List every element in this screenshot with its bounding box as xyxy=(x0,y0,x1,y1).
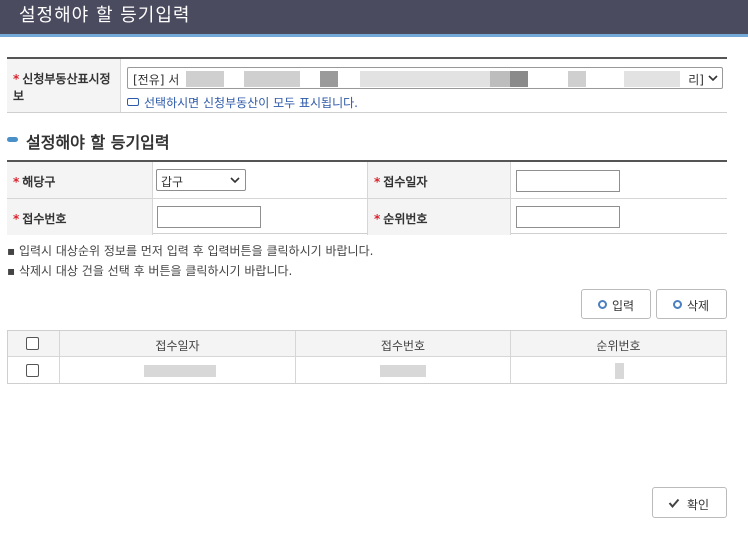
required-mark: * xyxy=(374,175,381,189)
title-accent-line xyxy=(0,34,748,37)
note-text: 입력시 대상순위 정보를 먼저 입력 후 입력버튼을 클릭하시기 바랍니다. xyxy=(18,244,374,258)
property-label-text: 신청부동산표시정보 xyxy=(13,72,111,103)
redacted-text xyxy=(568,71,586,87)
circle-icon xyxy=(673,300,682,309)
column-header-rank-no: 순위번호 xyxy=(596,339,641,353)
redacted-text xyxy=(320,71,338,87)
check-icon xyxy=(668,498,680,509)
redacted-rank-no xyxy=(615,363,624,379)
arrow-hint-icon xyxy=(127,98,139,106)
redacted-receipt-date xyxy=(144,365,216,377)
property-label: * 신청부동산표시정보 xyxy=(13,71,117,105)
section-select[interactable]: 갑구 xyxy=(156,169,246,191)
section-bullet-icon xyxy=(7,137,18,142)
receipt-no-label: * 접수번호 xyxy=(13,210,66,227)
property-select[interactable]: [전유] 서 리] xyxy=(127,67,723,89)
receipt-date-label: * 접수일자 xyxy=(374,173,427,190)
property-info-table: * 신청부동산표시정보 [전유] 서 리] 선택하시면 신청부동산이 모두 표시됩… xyxy=(7,57,727,113)
window-title: 설정해야 할 등기입력 xyxy=(19,5,191,26)
section-title: 설정해야 할 등기입력 xyxy=(26,133,170,152)
registration-grid: 접수일자 접수번호 순위번호 xyxy=(7,330,727,384)
property-hint-text: 선택하시면 신청부동산이 모두 표시됩니다. xyxy=(144,96,358,110)
confirm-button-label: 확인 xyxy=(687,498,710,512)
property-label-cell: * 신청부동산표시정보 xyxy=(7,59,121,112)
receipt-date-input[interactable] xyxy=(516,170,620,192)
rank-no-label: * 순위번호 xyxy=(374,210,427,227)
section-label-text: 해당구 xyxy=(22,175,56,189)
note-item: ▪ 입력시 대상순위 정보를 먼저 입력 후 입력버튼을 클릭하시기 바랍니다. xyxy=(7,244,374,258)
receipt-no-label-cell: * 접수번호 xyxy=(7,199,153,235)
section-label-cell: * 해당구 xyxy=(7,162,153,198)
redacted-text xyxy=(624,71,680,87)
required-mark: * xyxy=(13,72,20,86)
receipt-no-input[interactable] xyxy=(157,206,261,228)
row-checkbox[interactable] xyxy=(26,364,39,377)
required-mark: * xyxy=(374,212,381,226)
section-select-value: 갑구 xyxy=(161,175,184,189)
title-bar: 설정해야 할 등기입력 xyxy=(0,0,748,34)
property-hint: 선택하시면 신청부동산이 모두 표시됩니다. xyxy=(127,94,358,111)
redacted-receipt-no xyxy=(380,365,426,377)
section-label: * 해당구 xyxy=(13,173,55,190)
note-text: 삭제시 대상 건을 선택 후 버튼을 클릭하시기 바랍니다. xyxy=(18,264,293,278)
redacted-text xyxy=(244,71,300,87)
input-button[interactable]: 입력 xyxy=(581,289,651,319)
select-chevron-icon xyxy=(708,75,718,82)
property-select-tail: 리] xyxy=(688,73,704,87)
receipt-no-label-text: 접수번호 xyxy=(22,212,67,226)
input-button-label: 입력 xyxy=(612,299,635,313)
note-item: ▪ 삭제시 대상 건을 선택 후 버튼을 클릭하시기 바랍니다. xyxy=(7,264,293,278)
column-header-receipt-date: 접수일자 xyxy=(155,339,200,353)
circle-icon xyxy=(598,300,607,309)
required-mark: * xyxy=(13,212,20,226)
property-select-value: [전유] 서 xyxy=(133,73,180,87)
rank-no-label-cell: * 순위번호 xyxy=(367,199,511,235)
delete-button-label: 삭제 xyxy=(687,299,710,313)
redacted-text xyxy=(186,71,224,87)
select-all-checkbox[interactable] xyxy=(26,337,39,350)
required-mark: * xyxy=(13,175,20,189)
chevron-down-icon xyxy=(230,177,240,184)
receipt-date-label-text: 접수일자 xyxy=(383,175,428,189)
delete-button[interactable]: 삭제 xyxy=(656,289,727,319)
registration-form-table: * 해당구 갑구 * 접수일자 * 접수번호 * 순위번호 xyxy=(7,160,727,235)
receipt-date-label-cell: * 접수일자 xyxy=(367,162,511,198)
column-header-receipt-no: 접수번호 xyxy=(380,339,426,353)
redacted-text xyxy=(510,71,528,87)
rank-no-label-text: 순위번호 xyxy=(383,212,428,226)
confirm-button[interactable]: 확인 xyxy=(652,487,727,518)
rank-no-input[interactable] xyxy=(516,206,620,228)
notes: ▪ 입력시 대상순위 정보를 먼저 입력 후 입력버튼을 클릭하시기 바랍니다.… xyxy=(7,241,373,281)
redacted-text xyxy=(360,71,490,87)
